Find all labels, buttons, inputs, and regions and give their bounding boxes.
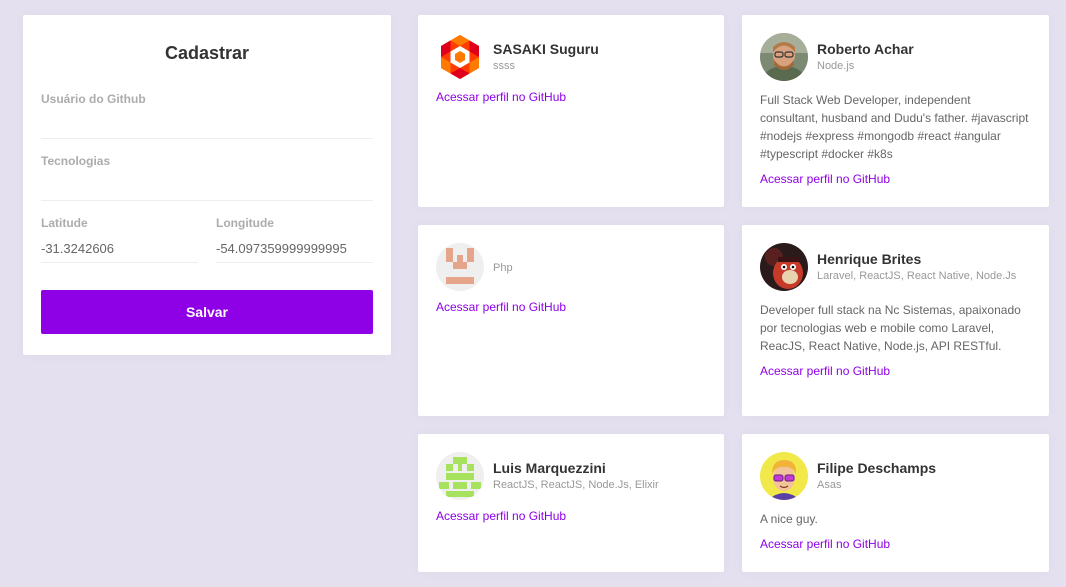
github-profile-link[interactable]: Acessar perfil no GitHub [760,172,890,186]
longitude-input[interactable] [216,231,373,263]
dev-card-header: Luis Marquezzini ReactJS, ReactJS, Node.… [436,452,706,500]
latitude-input[interactable] [41,231,198,263]
dev-card: Roberto Achar Node.js Full Stack Web Dev… [742,15,1049,207]
dev-card-header: Filipe Deschamps Asas [760,452,1031,500]
user-info: SASAKI Suguru ssss [493,41,599,73]
dev-card-header: Php [436,243,706,291]
save-button[interactable]: Salvar [41,290,373,334]
dev-card: Filipe Deschamps Asas A nice guy. Acessa… [742,434,1049,572]
dev-card: Henrique Brites Laravel, ReactJS, React … [742,225,1049,416]
user-info: Filipe Deschamps Asas [817,460,936,492]
photo-avatar [760,243,808,291]
user-techs: Node.js [817,60,855,72]
github-user-label: Usuário do Github [41,92,146,106]
coordinates-row: Latitude Longitude [41,215,373,263]
github-profile-link[interactable]: Acessar perfil no GitHub [436,90,566,104]
dev-card: Luis Marquezzini ReactJS, ReactJS, Node.… [418,434,724,572]
github-user-field: Usuário do Github [41,91,373,139]
cartoon-avatar [760,452,808,500]
github-profile-link[interactable]: Acessar perfil no GitHub [436,509,566,523]
longitude-label: Longitude [216,216,274,230]
user-name: SASAKI Suguru [493,41,599,57]
github-user-input[interactable] [41,107,373,139]
hexagon-identicon-avatar [436,33,484,81]
dev-card-header: SASAKI Suguru ssss [436,33,706,81]
techs-label: Tecnologias [41,154,111,168]
dev-card-header: Henrique Brites Laravel, ReactJS, React … [760,243,1031,291]
user-info: Roberto Achar Node.js [817,41,914,73]
dev-card: SASAKI Suguru ssss Acessar perfil no Git… [418,15,724,207]
user-techs: ReactJS, ReactJS, Node.Js, Elixir [493,479,659,491]
latitude-field: Latitude [41,215,198,263]
user-bio: Developer full stack na Nc Sistemas, apa… [760,303,1021,353]
latitude-label: Latitude [41,216,88,230]
dev-card: Php Acessar perfil no GitHub [418,225,724,416]
user-name: Roberto Achar [817,41,914,57]
pixel-identicon-avatar [436,243,484,291]
user-techs: Asas [817,479,842,491]
user-info: Luis Marquezzini ReactJS, ReactJS, Node.… [493,460,659,492]
user-techs: Php [493,261,513,274]
form-title: Cadastrar [164,43,250,63]
user-bio: A nice guy. [760,512,818,526]
techs-field: Tecnologias [41,153,373,201]
photo-avatar [760,33,808,81]
user-name: Filipe Deschamps [817,460,937,476]
pixel-identicon-avatar [436,452,484,500]
user-name: Henrique Brites [817,251,922,267]
user-bio: Full Stack Web Developer, independent co… [760,93,1029,161]
techs-input[interactable] [41,169,373,201]
user-techs: Laravel, ReactJS, React Native, Node.Js [817,270,1017,282]
github-profile-link[interactable]: Acessar perfil no GitHub [760,364,890,378]
user-info: Php [493,260,513,275]
github-profile-link[interactable]: Acessar perfil no GitHub [760,537,890,551]
user-name: Luis Marquezzini [493,460,606,476]
user-techs: ssss [493,60,515,72]
dev-card-header: Roberto Achar Node.js [760,33,1031,81]
user-info: Henrique Brites Laravel, ReactJS, React … [817,251,1016,283]
register-panel: Cadastrar Usuário do Github Tecnologias … [23,15,391,355]
longitude-field: Longitude [216,215,373,263]
github-profile-link[interactable]: Acessar perfil no GitHub [436,300,566,314]
